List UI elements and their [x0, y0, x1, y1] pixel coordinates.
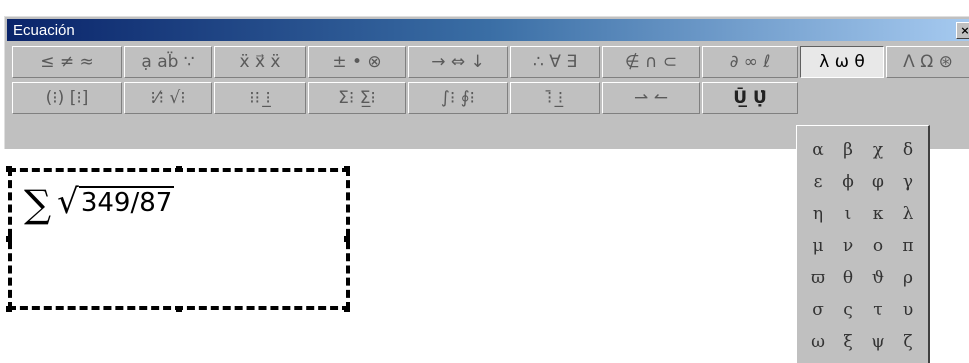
greek-lowercase-button[interactable]: λ ω θ [800, 46, 884, 78]
greek-symbol-0[interactable]: α [803, 134, 833, 166]
greek-symbol-22[interactable]: τ [863, 294, 893, 326]
fraction-radical-templates-button[interactable]: ⁝⁄⁝ √⁝ [124, 82, 212, 114]
close-button[interactable]: × [956, 22, 969, 39]
logical-symbols-button[interactable]: ∴ ∀ ∃ [510, 46, 600, 78]
greek-symbol-17[interactable]: θ [833, 262, 863, 294]
equation-formula: ∑ √349/87 [24, 182, 175, 226]
resize-handle-top-left[interactable] [6, 166, 12, 172]
greek-symbol-2[interactable]: χ [863, 134, 893, 166]
spaces-ellipses-button[interactable]: ạ ab̈ ∵ [124, 46, 212, 78]
greek-symbol-21[interactable]: ς [833, 294, 863, 326]
radical-symbol: √ [57, 182, 79, 222]
greek-symbol-24[interactable]: ω [803, 326, 833, 358]
products-set-templates-button[interactable]: Ū̲ Ụ̇ [702, 82, 798, 114]
greek-symbol-20[interactable]: σ [803, 294, 833, 326]
embellishments-button[interactable]: ẍ x⃗ ẍ [214, 46, 306, 78]
greek-symbol-27[interactable]: ζ [893, 326, 923, 358]
greek-symbol-3[interactable]: δ [893, 134, 923, 166]
resize-handle-bottom-left[interactable] [6, 306, 12, 312]
greek-symbol-6[interactable]: φ [863, 166, 893, 198]
greek-symbol-1[interactable]: β [833, 134, 863, 166]
summation-templates-button[interactable]: Σ⁝ Σ̲⁝ [308, 82, 406, 114]
radicand: 349/87 [78, 186, 175, 218]
resize-handle-bottom-right[interactable] [344, 306, 350, 312]
greek-symbol-26[interactable]: ψ [863, 326, 893, 358]
resize-handle-bottom-middle[interactable] [176, 306, 182, 312]
summation-symbol: ∑ [24, 182, 52, 226]
misc-symbols-button[interactable]: ∂ ∞ ℓ [702, 46, 798, 78]
underbar-overbar-templates-button[interactable]: ⁝̄ ⁝̲ [510, 82, 600, 114]
greek-lowercase-palette: αβχδ εϕφγ ηικλ μνοπ ϖθϑρ σςτυ ωξψζ [796, 125, 930, 363]
greek-symbol-8[interactable]: η [803, 198, 833, 230]
title-bar[interactable]: Ecuación × [7, 19, 969, 41]
resize-handle-middle-right[interactable] [344, 236, 350, 242]
set-theory-symbols-button[interactable]: ∉ ∩ ⊂ [602, 46, 700, 78]
resize-handle-top-right[interactable] [344, 166, 350, 172]
greek-symbol-14[interactable]: ο [863, 230, 893, 262]
resize-handle-middle-left[interactable] [6, 236, 12, 242]
greek-symbol-18[interactable]: ϑ [863, 262, 893, 294]
operator-symbols-button[interactable]: ± • ⊗ [308, 46, 406, 78]
greek-symbol-23[interactable]: υ [893, 294, 923, 326]
greek-symbol-4[interactable]: ε [803, 166, 833, 198]
window-title: Ecuación [13, 22, 75, 39]
greek-symbol-12[interactable]: μ [803, 230, 833, 262]
fence-templates-button[interactable]: (⁝) [⁝] [12, 82, 122, 114]
integral-templates-button[interactable]: ∫⁝ ∮⁝ [408, 82, 508, 114]
greek-symbol-13[interactable]: ν [833, 230, 863, 262]
arrow-symbols-button[interactable]: → ⇔ ↓ [408, 46, 508, 78]
greek-symbol-7[interactable]: γ [893, 166, 923, 198]
greek-symbol-11[interactable]: λ [893, 198, 923, 230]
greek-symbol-grid: αβχδ εϕφγ ηικλ μνοπ ϖθϑρ σςτυ ωξψζ [803, 134, 923, 358]
labeled-arrow-templates-button[interactable]: ⇀ ↼ [602, 82, 700, 114]
greek-uppercase-button[interactable]: Λ Ω ⊛ [886, 46, 969, 78]
subscript-superscript-templates-button[interactable]: ⁝⁝ ⁝̲ [214, 82, 306, 114]
greek-symbol-15[interactable]: π [893, 230, 923, 262]
greek-symbol-10[interactable]: κ [863, 198, 893, 230]
greek-symbol-19[interactable]: ρ [893, 262, 923, 294]
resize-handle-top-middle[interactable] [176, 166, 182, 172]
relational-symbols-button[interactable]: ≤ ≠ ≈ [12, 46, 122, 78]
greek-symbol-5[interactable]: ϕ [833, 166, 863, 198]
greek-symbol-25[interactable]: ξ [833, 326, 863, 358]
greek-symbol-9[interactable]: ι [833, 198, 863, 230]
greek-symbol-16[interactable]: ϖ [803, 262, 833, 294]
